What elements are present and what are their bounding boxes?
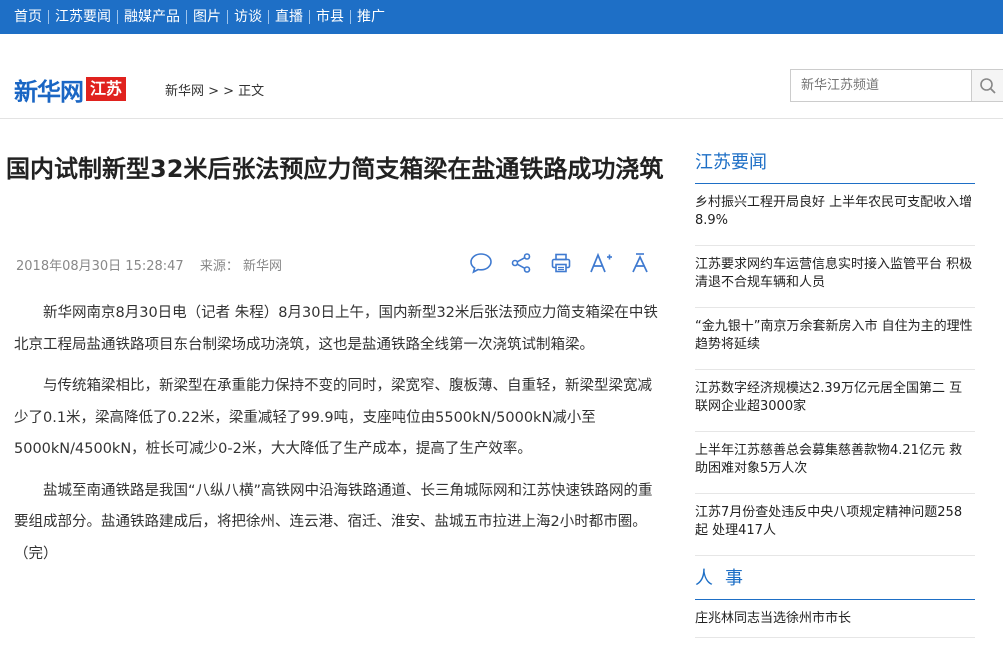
- sidebar-link[interactable]: 江苏7月份查处违反中央八项规定精神问题258起 处理417人: [695, 494, 975, 556]
- print-icon[interactable]: [548, 250, 574, 276]
- article-tools: [468, 250, 654, 276]
- sidebar-link[interactable]: 江苏数字经济规模达2.39万亿元居全国第二 互联网企业超3000家: [695, 370, 975, 432]
- article-title: 国内试制新型32米后张法预应力简支箱梁在盐通铁路成功浇筑: [6, 155, 664, 183]
- comment-icon[interactable]: [468, 250, 494, 276]
- nav-item[interactable]: 推广: [351, 0, 391, 34]
- share-icon[interactable]: [508, 250, 534, 276]
- article-body: 新华网南京8月30日电（记者 朱程）8月30日上午，国内新型32米后张法预应力简…: [14, 298, 659, 580]
- logo-main: 新华网: [14, 76, 84, 106]
- logo-badge: 江苏: [86, 77, 127, 101]
- nav-item[interactable]: 江苏要闻: [49, 0, 117, 34]
- sidebar: 江苏要闻 乡村振兴工程开局良好 上半年农民可支配收入增8.9% 江苏要求网约车运营…: [695, 148, 975, 638]
- sidebar-link[interactable]: 江苏要求网约车运营信息实时接入监管平台 积极清退不合规车辆和人员: [695, 246, 975, 308]
- sidebar-people-list: 庄兆林同志当选徐州市市长: [695, 600, 975, 638]
- search-button[interactable]: [971, 70, 1003, 101]
- nav-item[interactable]: 直播: [269, 0, 309, 34]
- nav-item[interactable]: 首页: [8, 0, 48, 34]
- sidebar-news-heading: 江苏要闻: [695, 148, 975, 184]
- search-box: [790, 69, 1003, 102]
- sidebar-people-heading: 人事: [695, 564, 975, 600]
- site-logo[interactable]: 新华网 江苏: [14, 74, 127, 106]
- font-increase-icon[interactable]: [588, 250, 614, 276]
- top-nav-items: 首页 江苏要闻 融媒产品 图片 访谈 直播 市县 推广: [8, 0, 391, 34]
- header-divider: [0, 118, 1003, 119]
- article-paragraph: 盐城至南通铁路是我国“八纵八横”高铁网中沿海铁路通道、长三角城际网和江苏快速铁路…: [14, 482, 653, 562]
- sidebar-link[interactable]: “金九银十”南京万余套新房入市 自住为主的理性趋势将延续: [695, 308, 975, 370]
- article-datetime: 2018年08月30日 15:28:47: [16, 259, 184, 274]
- article-source: 来源： 新华网: [199, 259, 282, 274]
- sidebar-link[interactable]: 上半年江苏慈善总会募集慈善款物4.21亿元 救助困难对象5万人次: [695, 432, 975, 494]
- search-input[interactable]: [791, 70, 971, 101]
- article-paragraph: 与传统箱梁相比，新梁型在承重能力保持不变的同时，梁宽窄、腹板薄、自重轻，新梁型梁…: [14, 378, 652, 457]
- sidebar-link[interactable]: 乡村振兴工程开局良好 上半年农民可支配收入增8.9%: [695, 184, 975, 246]
- nav-item[interactable]: 访谈: [228, 0, 268, 34]
- breadcrumb[interactable]: 新华网 > > 正文: [165, 80, 264, 99]
- search-icon: [979, 77, 996, 94]
- article-meta: 2018年08月30日 15:28:47 来源： 新华网: [16, 255, 282, 274]
- font-decrease-icon[interactable]: [628, 250, 654, 276]
- nav-item[interactable]: 融媒产品: [118, 0, 186, 34]
- top-nav: 首页 江苏要闻 融媒产品 图片 访谈 直播 市县 推广: [0, 0, 1003, 34]
- article-paragraph: 新华网南京8月30日电（记者 朱程）8月30日上午，国内新型32米后张法预应力简…: [14, 305, 658, 353]
- nav-item[interactable]: 图片: [187, 0, 227, 34]
- nav-item[interactable]: 市县: [310, 0, 350, 34]
- sidebar-news-list: 乡村振兴工程开局良好 上半年农民可支配收入增8.9% 江苏要求网约车运营信息实时接…: [695, 184, 975, 556]
- sidebar-link[interactable]: 庄兆林同志当选徐州市市长: [695, 600, 975, 638]
